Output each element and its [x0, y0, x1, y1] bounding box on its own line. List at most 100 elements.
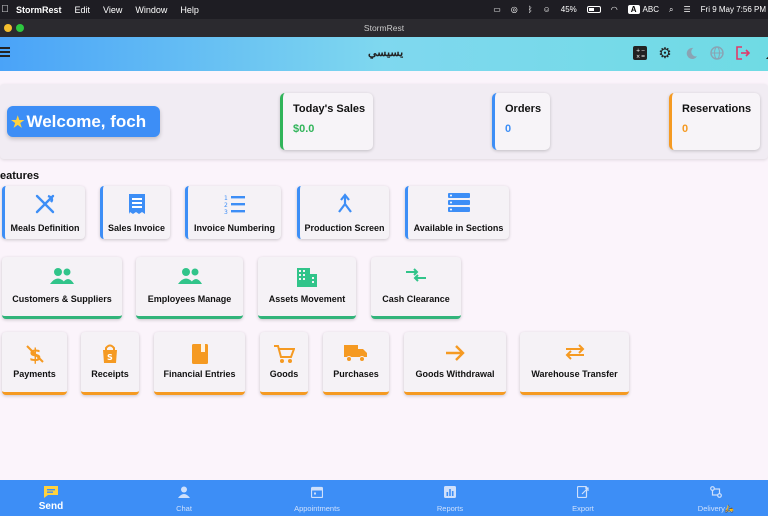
stat-card-orders[interactable]: Orders 0: [492, 93, 550, 150]
menu-edit[interactable]: Edit: [75, 5, 91, 15]
feature-label: Customers & Suppliers: [12, 294, 112, 304]
moon-icon[interactable]: [683, 45, 699, 61]
profile-icon[interactable]: [761, 45, 768, 61]
feature-meals-definition[interactable]: Meals Definition: [2, 186, 85, 239]
control-center-icon[interactable]: ☰: [683, 5, 690, 14]
person-icon: [178, 485, 190, 499]
stat-card-todays-sales[interactable]: Today's Sales $0.0: [280, 93, 373, 150]
menu-help[interactable]: Help: [180, 5, 199, 15]
feature-financial-entries[interactable]: Financial Entries: [154, 332, 245, 395]
apple-icon[interactable]: : [0, 4, 12, 15]
people-icon: [136, 267, 243, 285]
chart-icon: [444, 485, 456, 499]
truck-icon: [323, 344, 389, 362]
datetime[interactable]: Fri 9 May 7:56 PM: [701, 5, 766, 14]
battery-icon[interactable]: [586, 6, 601, 13]
airdrop-icon[interactable]: ◎: [511, 5, 518, 14]
user-icon[interactable]: ☺: [543, 5, 551, 14]
feature-payments[interactable]: $ Payments: [2, 332, 67, 395]
feature-customers-suppliers[interactable]: Customers & Suppliers: [2, 257, 122, 319]
calendar-icon: [311, 485, 323, 499]
bottom-navigation: Send Chat Appointments Reports Export De…: [0, 480, 768, 516]
feature-production-screen[interactable]: Production Screen: [297, 186, 389, 239]
nav-send[interactable]: Send: [21, 480, 81, 516]
feature-available-in-sections[interactable]: Available in Sections: [405, 186, 509, 239]
feature-label: Employees Manage: [147, 294, 232, 304]
svg-text:S: S: [107, 353, 113, 362]
nav-chat[interactable]: Chat: [154, 480, 214, 516]
feature-label: Available in Sections: [413, 223, 504, 233]
hamburger-menu-icon[interactable]: [0, 47, 10, 59]
welcome-text: Welcome, foch: [26, 111, 147, 131]
nav-label: Chat: [176, 504, 192, 513]
svg-text:=: =: [641, 54, 645, 60]
globe-icon[interactable]: [709, 45, 725, 61]
stat-title: Reservations: [682, 103, 752, 115]
feature-label: Assets Movement: [268, 294, 346, 304]
feature-label: Receipts: [91, 369, 129, 379]
export-icon: [577, 485, 589, 499]
battery-percent: 45%: [560, 5, 577, 14]
menu-view[interactable]: View: [103, 5, 122, 15]
feature-cash-clearance[interactable]: Cash Clearance: [371, 257, 461, 319]
numbered-list-icon: 123: [188, 193, 281, 215]
window-minimize-button[interactable]: [4, 24, 12, 32]
book-icon: [154, 344, 245, 364]
features-heading: eatures: [0, 170, 40, 182]
calculator-icon[interactable]: + − × =: [632, 45, 648, 61]
nav-reports[interactable]: Reports: [420, 480, 480, 516]
wifi-icon[interactable]: ◠: [611, 5, 618, 14]
bluetooth-icon[interactable]: ᛒ: [528, 5, 533, 14]
feature-invoice-numbering[interactable]: 123 Invoice Numbering: [185, 186, 281, 239]
screen-mirroring-icon[interactable]: ▭: [493, 5, 501, 14]
mac-menubar:  StormRest Edit View Window Help ▭ ◎ ᛒ …: [0, 0, 768, 19]
input-source-badge: A: [627, 5, 640, 14]
svg-text:1: 1: [224, 195, 228, 202]
cart-icon: [260, 344, 308, 364]
gear-icon[interactable]: ⚙: [657, 45, 673, 62]
logout-icon[interactable]: [735, 45, 751, 61]
building-icon: [258, 267, 356, 287]
shopping-bag-icon: S: [81, 344, 139, 364]
nav-export[interactable]: Export: [553, 480, 613, 516]
feature-label: Meals Definition: [10, 223, 80, 233]
spotlight-search-icon[interactable]: ⌕: [669, 5, 673, 15]
nav-appointments[interactable]: Appointments: [287, 480, 347, 516]
app-logo: يسيسي: [368, 47, 404, 59]
stat-value: $0.0: [293, 123, 315, 135]
feature-label: Cash Clearance: [382, 294, 450, 304]
app-header: يسيسي + − × = ⚙: [0, 37, 768, 71]
feature-warehouse-transfer[interactable]: Warehouse Transfer: [520, 332, 629, 395]
feature-purchases[interactable]: Purchases: [323, 332, 389, 395]
compress-arrows-icon: [371, 267, 461, 283]
input-source-label[interactable]: ABC: [643, 5, 659, 14]
feature-employees-manage[interactable]: Employees Manage: [136, 257, 243, 319]
feature-label: Financial Entries: [163, 369, 236, 379]
window-titlebar: StormRest: [0, 19, 768, 37]
nav-delivery[interactable]: Delivery🛵: [686, 480, 746, 516]
stat-card-reservations[interactable]: Reservations 0: [669, 93, 760, 150]
feature-label: Warehouse Transfer: [531, 369, 618, 379]
feature-goods-withdrawal[interactable]: Goods Withdrawal: [404, 332, 506, 395]
stat-value: 0: [505, 123, 512, 135]
feature-label: Payments: [13, 369, 56, 379]
menu-app-name[interactable]: StormRest: [16, 5, 62, 15]
stat-value: 0: [682, 123, 689, 135]
arrow-right-icon: [404, 344, 506, 362]
nav-label: Appointments: [294, 504, 340, 513]
welcome-banner: ★ Welcome, foch: [7, 106, 160, 137]
nav-label: Reports: [436, 504, 464, 513]
feature-assets-movement[interactable]: Assets Movement: [258, 257, 356, 319]
feature-receipts[interactable]: S Receipts: [81, 332, 139, 395]
nav-label: Send: [38, 501, 64, 512]
receipt-icon: [103, 193, 170, 215]
utensils-icon: [5, 193, 85, 215]
feature-goods[interactable]: Goods: [260, 332, 308, 395]
feature-label: Purchases: [333, 369, 379, 379]
feature-sales-invoice[interactable]: Sales Invoice: [100, 186, 170, 239]
window-zoom-button[interactable]: [16, 24, 24, 32]
merge-arrow-icon: [300, 193, 389, 215]
menu-window[interactable]: Window: [135, 5, 167, 15]
route-icon: [710, 485, 722, 499]
feature-label: Production Screen: [304, 223, 385, 233]
